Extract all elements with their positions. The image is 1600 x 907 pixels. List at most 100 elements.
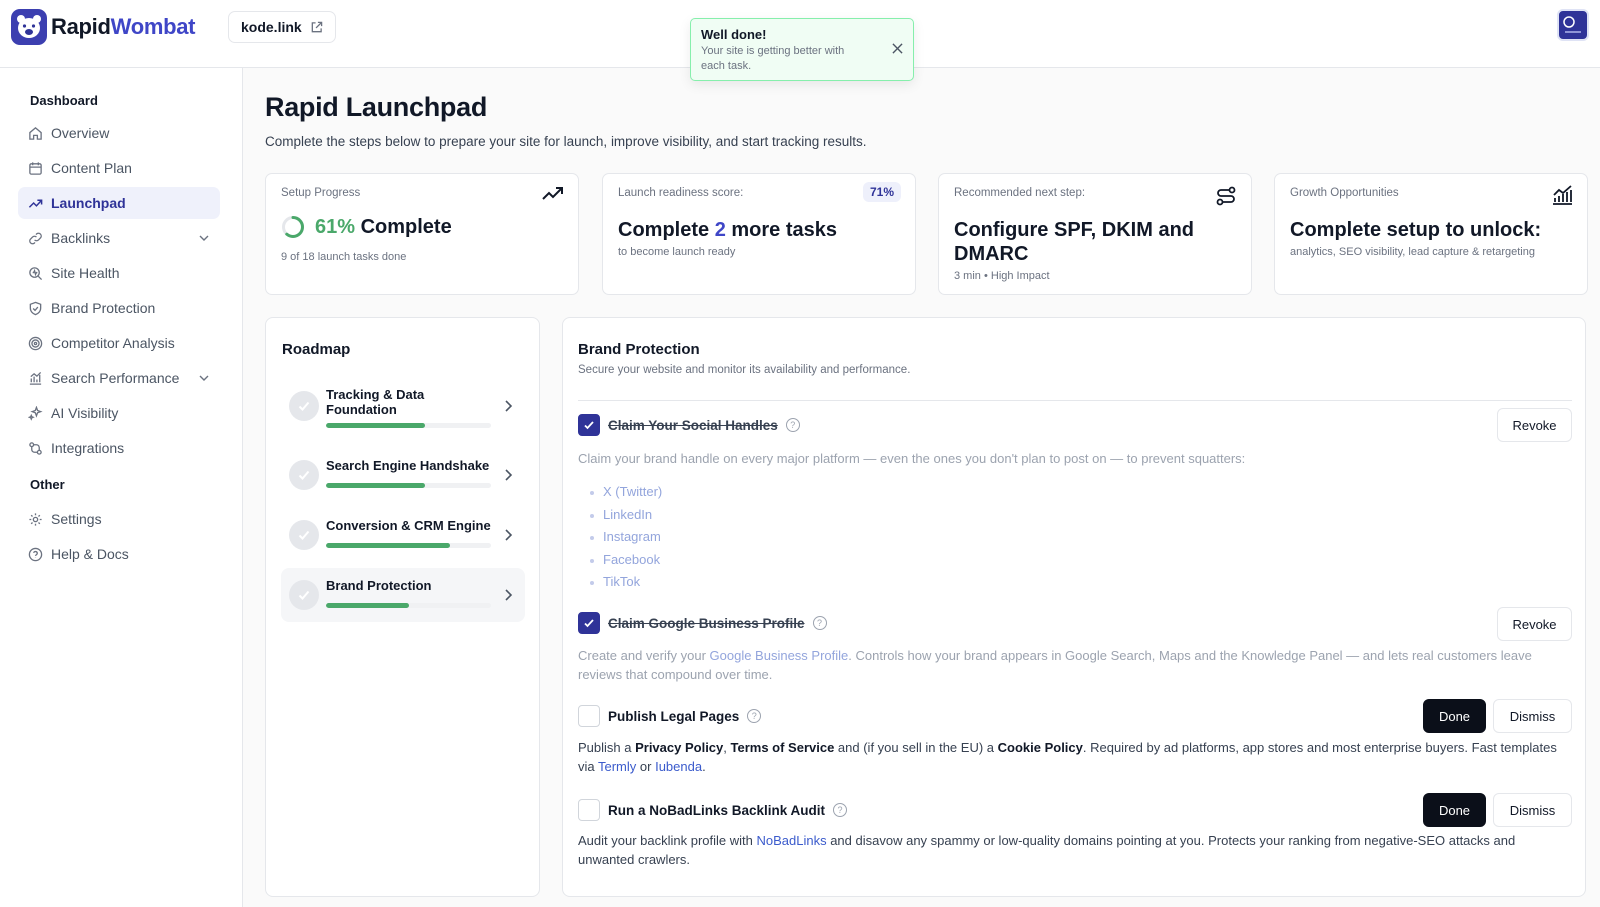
card-label: Recommended next step: xyxy=(954,187,1086,199)
sidebar-item-backlinks[interactable]: Backlinks xyxy=(18,222,220,254)
setup-detail: 9 of 18 launch tasks done xyxy=(281,251,407,263)
nobadlinks-link[interactable]: NoBadLinks xyxy=(756,833,826,848)
platform-link[interactable]: Facebook xyxy=(589,549,662,572)
bar-chart-icon xyxy=(27,370,43,386)
done-button[interactable]: Done xyxy=(1423,699,1486,733)
gear-icon xyxy=(27,511,43,527)
roadmap-title: Roadmap xyxy=(282,341,351,358)
help-circle-icon xyxy=(27,546,43,562)
user-avatar[interactable] xyxy=(1557,9,1589,41)
task-checkbox[interactable] xyxy=(578,799,600,821)
roadmap-item-tracking[interactable]: Tracking & Data Foundation xyxy=(281,379,525,433)
progress-ring xyxy=(282,216,304,238)
analytics-chart-icon xyxy=(1551,185,1573,208)
roadmap-item-brand-protection[interactable]: Brand Protection xyxy=(281,568,525,622)
task-description: Claim your brand handle on every major p… xyxy=(578,451,1246,466)
integrations-icon xyxy=(27,440,43,456)
brand-name: RapidWombat xyxy=(51,14,196,40)
trending-up-icon xyxy=(27,195,43,211)
success-toast: Well done! Your site is getting better w… xyxy=(690,18,914,81)
roadmap-progress-fill xyxy=(326,423,425,428)
google-business-profile-link[interactable]: Google Business Profile xyxy=(710,648,849,663)
roadmap-progress-fill xyxy=(326,483,425,488)
sidebar-item-competitor-analysis[interactable]: Competitor Analysis xyxy=(18,327,220,359)
task-title: Run a NoBadLinks Backlink Audit xyxy=(608,802,826,818)
sidebar-item-settings[interactable]: Settings xyxy=(18,503,220,535)
dismiss-button[interactable]: Dismiss xyxy=(1493,699,1572,733)
readiness-count: 2 xyxy=(714,219,726,241)
readiness-summary: Complete 2 more tasks xyxy=(618,218,900,242)
platform-link[interactable]: LinkedIn xyxy=(589,504,662,527)
cookie-policy-text: Cookie Policy xyxy=(997,740,1083,755)
dismiss-button[interactable]: Dismiss xyxy=(1493,793,1572,827)
setup-suffix: Complete xyxy=(360,216,452,238)
sidebar-item-label: Launchpad xyxy=(51,195,126,211)
next-step-time: 3 min xyxy=(954,270,981,282)
sidebar-item-label: Content Plan xyxy=(51,160,132,176)
toast-message: Your site is getting better with each ta… xyxy=(701,45,845,72)
sidebar-item-label: Search Performance xyxy=(51,370,180,386)
check-circle-icon xyxy=(289,391,319,421)
platform-link[interactable]: TikTok xyxy=(589,571,662,594)
help-icon[interactable]: ? xyxy=(812,616,827,630)
setup-progress-card: Setup Progress 61% Complete 9 of 18 laun… xyxy=(265,173,579,295)
sidebar-item-launchpad[interactable]: Launchpad xyxy=(18,187,220,219)
sidebar-item-search-performance[interactable]: Search Performance xyxy=(18,362,220,394)
site-link-button[interactable]: kode.link xyxy=(228,11,336,43)
brand-name-part2: Wombat xyxy=(110,14,196,39)
roadmap-item-search-engine[interactable]: Search Engine Handshake xyxy=(281,448,525,502)
sidebar-item-label: Integrations xyxy=(51,440,125,456)
growth-title: Complete setup to unlock: xyxy=(1290,219,1542,241)
task-checkbox[interactable] xyxy=(578,414,600,436)
help-icon[interactable]: ? xyxy=(833,803,848,817)
platform-link[interactable]: Instagram xyxy=(589,526,662,549)
readiness-detail: to become launch ready xyxy=(618,246,736,258)
brand-name-part1: Rapid xyxy=(51,14,111,39)
desc-text: . xyxy=(702,759,706,774)
toast-title: Well done! xyxy=(701,27,767,42)
sidebar-item-content-plan[interactable]: Content Plan xyxy=(18,152,220,184)
wombat-logo-icon xyxy=(11,9,47,45)
sidebar: Dashboard Overview Content Plan Launchpa… xyxy=(0,68,243,907)
next-step-card[interactable]: Recommended next step: Configure SPF, DK… xyxy=(938,173,1252,295)
roadmap-progress-bar xyxy=(326,483,491,488)
sidebar-item-label: Backlinks xyxy=(51,230,111,246)
revoke-button[interactable]: Revoke xyxy=(1497,408,1572,442)
roadmap-item-label: Tracking & Data Foundation xyxy=(326,387,425,417)
desc-text: and (if you sell in the EU) a xyxy=(834,740,998,755)
help-icon[interactable]: ? xyxy=(747,709,762,723)
revoke-button[interactable]: Revoke xyxy=(1497,607,1572,641)
roadmap-progress-bar xyxy=(326,543,491,548)
next-step-impact: High Impact xyxy=(990,270,1050,282)
platform-link[interactable]: X (Twitter) xyxy=(589,481,662,504)
readiness-badge: 71% xyxy=(862,182,901,202)
help-icon[interactable]: ? xyxy=(785,418,800,432)
page-subtitle: Complete the steps below to prepare your… xyxy=(265,134,867,149)
task-backlink-audit: Run a NoBadLinks Backlink Audit ? xyxy=(578,799,848,821)
sidebar-section-other: Other xyxy=(30,477,65,492)
shield-icon xyxy=(27,300,43,316)
chevron-down-icon xyxy=(198,371,210,387)
sidebar-item-overview[interactable]: Overview xyxy=(18,117,220,149)
sidebar-section-dashboard: Dashboard xyxy=(30,93,98,108)
close-icon[interactable] xyxy=(892,41,903,57)
iubenda-link[interactable]: Iubenda xyxy=(655,759,702,774)
check-circle-icon xyxy=(289,580,319,610)
roadmap-progress-fill xyxy=(326,603,409,608)
sidebar-item-brand-protection[interactable]: Brand Protection xyxy=(18,292,220,324)
sidebar-item-site-health[interactable]: Site Health xyxy=(18,257,220,289)
chevron-right-icon xyxy=(503,528,513,544)
card-label: Launch readiness score: xyxy=(618,187,744,199)
link-icon xyxy=(27,230,43,246)
sidebar-item-label: Help & Docs xyxy=(51,546,129,562)
done-button[interactable]: Done xyxy=(1423,793,1486,827)
chevron-right-icon xyxy=(503,399,513,415)
sidebar-item-ai-visibility[interactable]: AI Visibility xyxy=(18,397,220,429)
termly-link[interactable]: Termly xyxy=(598,759,636,774)
brand-logo[interactable]: RapidWombat xyxy=(11,9,196,45)
sidebar-item-integrations[interactable]: Integrations xyxy=(18,432,220,464)
task-checkbox[interactable] xyxy=(578,612,600,634)
sidebar-item-help-docs[interactable]: Help & Docs xyxy=(18,538,220,570)
task-checkbox[interactable] xyxy=(578,705,600,727)
roadmap-item-conversion[interactable]: Conversion & CRM Engine xyxy=(281,508,525,562)
